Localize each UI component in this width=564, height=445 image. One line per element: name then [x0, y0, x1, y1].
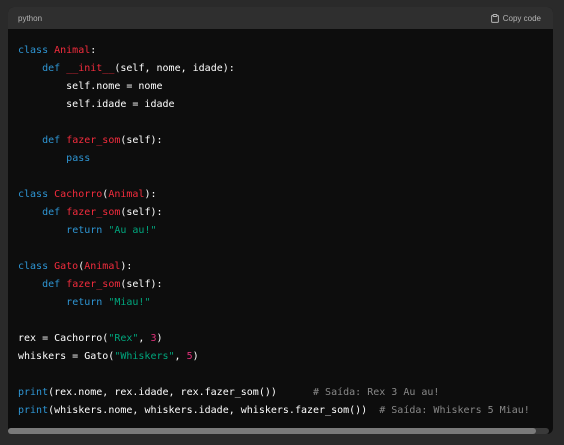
- code-token: "Miau!": [108, 297, 151, 308]
- code-token: Animal: [84, 261, 121, 272]
- code-token: "Whiskers": [114, 351, 175, 362]
- code-token: class: [18, 261, 55, 272]
- code-token: ):: [144, 189, 157, 200]
- code-token: Gato: [54, 261, 79, 272]
- code-line: pass: [18, 150, 553, 168]
- code-token: ): [156, 333, 163, 344]
- code-token: # Saída: Whiskers 5 Miau!: [379, 405, 530, 416]
- code-token: class: [18, 189, 55, 200]
- code-line: class Gato(Animal):: [18, 258, 553, 276]
- code-line: def fazer_som(self):: [18, 132, 553, 150]
- code-token: Animal: [108, 189, 145, 200]
- code-token: def: [42, 63, 67, 74]
- code-token: (whiskers.nome, whiskers.idade, whiskers…: [48, 405, 380, 416]
- clipboard-icon: [490, 13, 499, 23]
- code-token: print: [18, 387, 49, 398]
- page: python Copy code class Animal: def __ini…: [0, 0, 564, 445]
- code-token: (self):: [120, 135, 163, 146]
- code-line: class Animal:: [18, 42, 553, 60]
- code-token: self.nome = nome: [18, 81, 163, 92]
- code-token: def: [42, 135, 67, 146]
- code-token: pass: [66, 153, 91, 164]
- code-block: python Copy code class Animal: def __ini…: [8, 7, 553, 434]
- code-token: "Rex": [108, 333, 139, 344]
- code-token: return: [66, 225, 109, 236]
- code-token: :: [90, 45, 97, 56]
- code-token: (self):: [120, 279, 163, 290]
- code-token: (self):: [120, 207, 163, 218]
- code-token: Animal: [54, 45, 91, 56]
- code-token: (self, nome, idade):: [114, 63, 235, 74]
- code-line: print(rex.nome, rex.idade, rex.fazer_som…: [18, 384, 553, 402]
- code-line: rex = Cachorro("Rex", 3): [18, 330, 553, 348]
- code-line: class Cachorro(Animal):: [18, 186, 553, 204]
- code-body[interactable]: class Animal: def __init__(self, nome, i…: [8, 29, 553, 420]
- code-line: def fazer_som(self):: [18, 204, 553, 222]
- code-line: whiskers = Gato("Whiskers", 5): [18, 348, 553, 366]
- code-token: (rex.nome, rex.idade, rex.fazer_som()): [48, 387, 314, 398]
- code-token: # Saída: Rex 3 Au au!: [313, 387, 440, 398]
- horizontal-scrollbar[interactable]: [8, 428, 549, 434]
- code-token: rex = Cachorro(: [18, 333, 109, 344]
- code-token: Cachorro: [54, 189, 103, 200]
- code-line: self.idade = idade: [18, 96, 553, 114]
- code-token: ,: [174, 351, 187, 362]
- code-token: whiskers = Gato(: [18, 351, 115, 362]
- code-line: return "Au au!": [18, 222, 553, 240]
- code-line: self.nome = nome: [18, 78, 553, 96]
- code-token: self.idade = idade: [18, 99, 175, 110]
- code-token: fazer_som: [66, 135, 121, 146]
- code-token: ,: [138, 333, 151, 344]
- copy-code-label: Copy code: [502, 13, 541, 23]
- code-token: fazer_som: [66, 207, 121, 218]
- code-line: def __init__(self, nome, idade):: [18, 60, 553, 78]
- language-label: python: [18, 13, 43, 23]
- code-header: python Copy code: [8, 7, 553, 29]
- code-line: return "Miau!": [18, 294, 553, 312]
- code-token: ): [192, 351, 199, 362]
- code-token: def: [42, 279, 67, 290]
- scrollbar-thumb[interactable]: [8, 428, 536, 434]
- code-token: print: [18, 405, 49, 416]
- code-token: ):: [120, 261, 133, 272]
- code-token: __init__: [66, 63, 115, 74]
- code-line: print(whiskers.nome, whiskers.idade, whi…: [18, 402, 553, 420]
- code-token: fazer_som: [66, 279, 121, 290]
- code-line: def fazer_som(self):: [18, 276, 553, 294]
- code-token: return: [66, 297, 109, 308]
- copy-code-button[interactable]: Copy code: [490, 13, 541, 23]
- code-token: class: [18, 45, 55, 56]
- code-token: "Au au!": [108, 225, 157, 236]
- code-token: def: [42, 207, 67, 218]
